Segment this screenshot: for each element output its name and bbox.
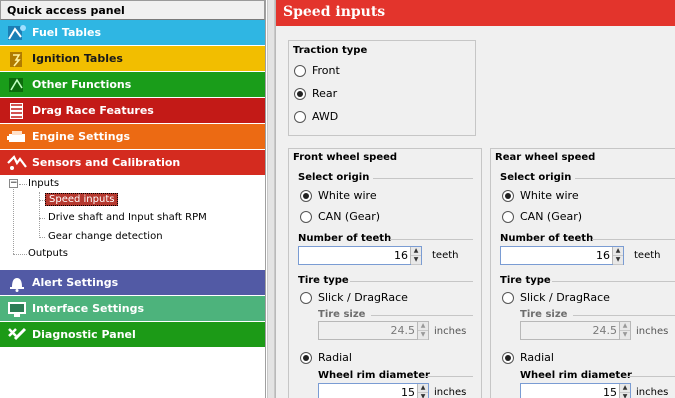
front-origin-white-wire-radio[interactable]: White wire xyxy=(300,189,377,202)
tree-node-drive-shaft[interactable]: Drive shaft and Input shaft RPM xyxy=(48,210,207,226)
front-tire-radial-radio[interactable]: Radial xyxy=(300,351,352,364)
spin-up-icon[interactable]: ▲ xyxy=(411,247,421,256)
page-title: Speed inputs xyxy=(276,0,675,26)
category-drag-race-features[interactable]: Drag Race Features xyxy=(0,98,265,124)
front-tire-size-label: Tire size xyxy=(318,309,366,320)
category-label: Alert Settings xyxy=(32,276,119,289)
monitor-icon xyxy=(6,299,28,319)
rear-tire-slick-radio[interactable]: Slick / DragRace xyxy=(502,291,610,304)
front-teeth-label: Number of teeth xyxy=(298,233,392,244)
category-other-functions[interactable]: Other Functions xyxy=(0,72,265,98)
category-label: Other Functions xyxy=(32,78,132,91)
spin-down-icon[interactable]: ▼ xyxy=(613,256,623,265)
rear-wheel-speed-group: Rear wheel speed Select origin White wir… xyxy=(490,148,675,398)
category-diagnostic-panel[interactable]: Diagnostic Panel xyxy=(0,322,265,348)
category-sensors-and-calibration[interactable]: Sensors and Calibration xyxy=(0,150,265,176)
category-engine-settings[interactable]: Engine Settings xyxy=(0,124,265,150)
spin-down-icon[interactable]: ▼ xyxy=(620,331,630,340)
other-functions-icon xyxy=(6,75,28,95)
rear-teeth-spinner[interactable]: 16 ▲ ▼ xyxy=(500,246,624,265)
spin-up-icon[interactable]: ▲ xyxy=(620,322,630,331)
category-label: Sensors and Calibration xyxy=(32,156,181,169)
spin-up-icon[interactable]: ▲ xyxy=(418,322,428,331)
front-tire-size-spinner[interactable]: 24.5 ▲ ▼ xyxy=(318,321,429,340)
rear-origin-can-gear-radio[interactable]: CAN (Gear) xyxy=(502,210,582,223)
front-teeth-spinner[interactable]: 16 ▲ ▼ xyxy=(298,246,422,265)
speed-inputs-panel: Speed inputs Traction type Front Rear AW… xyxy=(275,0,675,398)
rear-origin-white-wire-radio[interactable]: White wire xyxy=(502,189,579,202)
sensors-tree: − Inputs Speed inputs Drive shaft and In… xyxy=(0,176,265,270)
rear-tire-size-spinner[interactable]: 24.5 ▲ ▼ xyxy=(520,321,631,340)
tree-node-speed-inputs[interactable]: Speed inputs xyxy=(45,192,119,208)
tree-node-outputs[interactable]: Outputs xyxy=(28,246,68,262)
rear-tire-type-label: Tire type xyxy=(500,275,551,286)
traction-awd-radio[interactable]: AWD xyxy=(294,110,338,123)
spin-up-icon[interactable]: ▲ xyxy=(418,384,428,393)
ignition-tables-icon xyxy=(6,49,28,69)
rear-tire-radial-radio[interactable]: Radial xyxy=(502,351,554,364)
alert-bell-icon xyxy=(6,273,28,293)
traction-type-group: Traction type Front Rear AWD xyxy=(288,40,476,136)
rear-tire-size-unit: inches xyxy=(636,326,669,337)
front-rim-spinner[interactable]: 15 ▲ ▼ xyxy=(318,383,429,398)
traction-rear-radio[interactable]: Rear xyxy=(294,87,337,100)
traction-front-radio[interactable]: Front xyxy=(294,64,340,77)
category-alert-settings[interactable]: Alert Settings xyxy=(0,270,265,296)
category-label: Interface Settings xyxy=(32,302,145,315)
quick-access-panel-title: Quick access panel xyxy=(0,0,265,20)
rear-rim-unit: inches xyxy=(636,387,669,398)
diagnostic-icon xyxy=(6,325,28,345)
rear-teeth-unit: teeth xyxy=(634,250,661,261)
spin-down-icon[interactable]: ▼ xyxy=(411,256,421,265)
category-label: Ignition Tables xyxy=(32,52,123,65)
quick-access-panel: Quick access panel Fuel Tables Ignition … xyxy=(0,0,266,398)
front-tire-size-unit: inches xyxy=(434,326,467,337)
rear-tire-size-label: Tire size xyxy=(520,309,568,320)
front-rim-unit: inches xyxy=(434,387,467,398)
front-wheel-speed-group: Front wheel speed Select origin White wi… xyxy=(288,148,482,398)
spin-down-icon[interactable]: ▼ xyxy=(620,393,630,398)
spin-up-icon[interactable]: ▲ xyxy=(613,247,623,256)
front-tire-type-label: Tire type xyxy=(298,275,349,286)
engine-icon xyxy=(6,127,28,147)
category-label: Diagnostic Panel xyxy=(32,328,136,341)
panel-splitter[interactable] xyxy=(267,0,275,398)
tree-node-speed-inputs-label: Speed inputs xyxy=(45,193,119,206)
spin-up-icon[interactable]: ▲ xyxy=(620,384,630,393)
category-label: Fuel Tables xyxy=(32,26,102,39)
spin-down-icon[interactable]: ▼ xyxy=(418,331,428,340)
tree-node-gear-change[interactable]: Gear change detection xyxy=(48,229,163,245)
category-fuel-tables[interactable]: Fuel Tables xyxy=(0,20,265,46)
tree-node-inputs[interactable]: Inputs xyxy=(28,176,59,192)
rear-teeth-label: Number of teeth xyxy=(500,233,594,244)
front-teeth-unit: teeth xyxy=(432,250,459,261)
traction-type-label: Traction type xyxy=(293,45,368,56)
rear-wheel-speed-label: Rear wheel speed xyxy=(495,152,596,163)
collapse-icon[interactable]: − xyxy=(9,179,18,188)
category-label: Engine Settings xyxy=(32,130,131,143)
front-tire-slick-radio[interactable]: Slick / DragRace xyxy=(300,291,408,304)
category-label: Drag Race Features xyxy=(32,104,154,117)
front-origin-can-gear-radio[interactable]: CAN (Gear) xyxy=(300,210,380,223)
rear-rim-label: Wheel rim diameter xyxy=(520,370,632,381)
rear-select-origin-label: Select origin xyxy=(500,172,572,183)
fuel-tables-icon xyxy=(6,23,28,43)
rear-rim-spinner[interactable]: 15 ▲ ▼ xyxy=(520,383,631,398)
spin-down-icon[interactable]: ▼ xyxy=(418,393,428,398)
front-wheel-speed-label: Front wheel speed xyxy=(293,152,398,163)
front-select-origin-label: Select origin xyxy=(298,172,370,183)
drag-race-icon xyxy=(6,101,28,121)
category-ignition-tables[interactable]: Ignition Tables xyxy=(0,46,265,72)
sensors-icon xyxy=(6,153,28,173)
category-interface-settings[interactable]: Interface Settings xyxy=(0,296,265,322)
front-rim-label: Wheel rim diameter xyxy=(318,370,430,381)
